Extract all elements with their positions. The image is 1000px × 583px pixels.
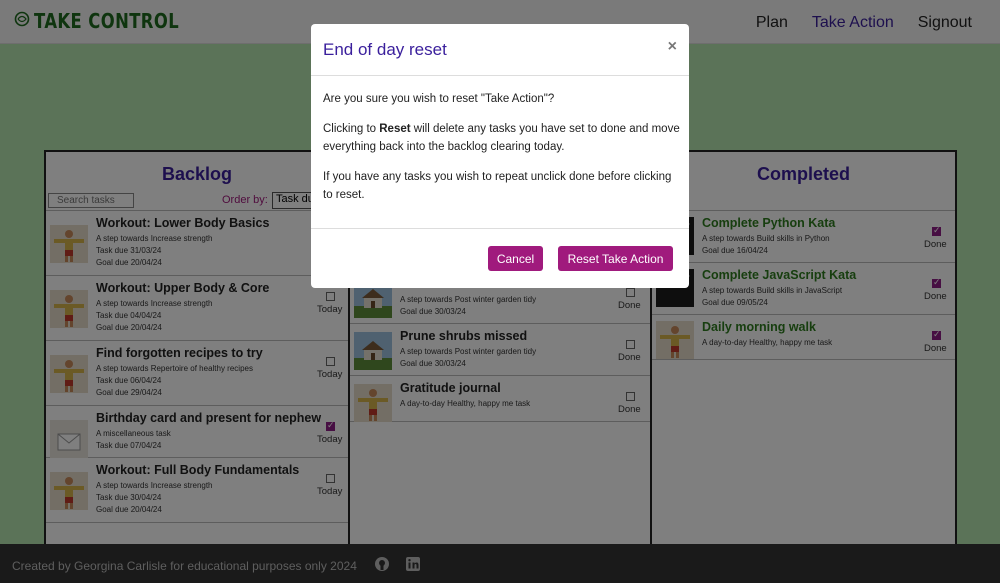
modal-hint: If you have any tasks you wish to repeat… (323, 171, 672, 201)
modal-footer: Cancel Reset Take Action (311, 228, 689, 288)
cancel-button[interactable]: Cancel (488, 246, 543, 271)
modal-header: End of day reset × (311, 24, 689, 76)
modal-explanation-bold: Reset (379, 123, 411, 135)
modal-body: Are you sure you wish to reset "Take Act… (323, 90, 683, 216)
reset-modal: End of day reset × Are you sure you wish… (311, 24, 689, 288)
modal-explanation: Clicking to Reset will delete any tasks … (323, 120, 683, 156)
close-icon[interactable]: × (668, 38, 677, 56)
modal-explanation-start: Clicking to (323, 123, 380, 135)
reset-take-action-button[interactable]: Reset Take Action (558, 246, 673, 271)
modal-question: Are you sure you wish to reset "Take Act… (323, 93, 555, 105)
modal-title: End of day reset (323, 40, 447, 59)
